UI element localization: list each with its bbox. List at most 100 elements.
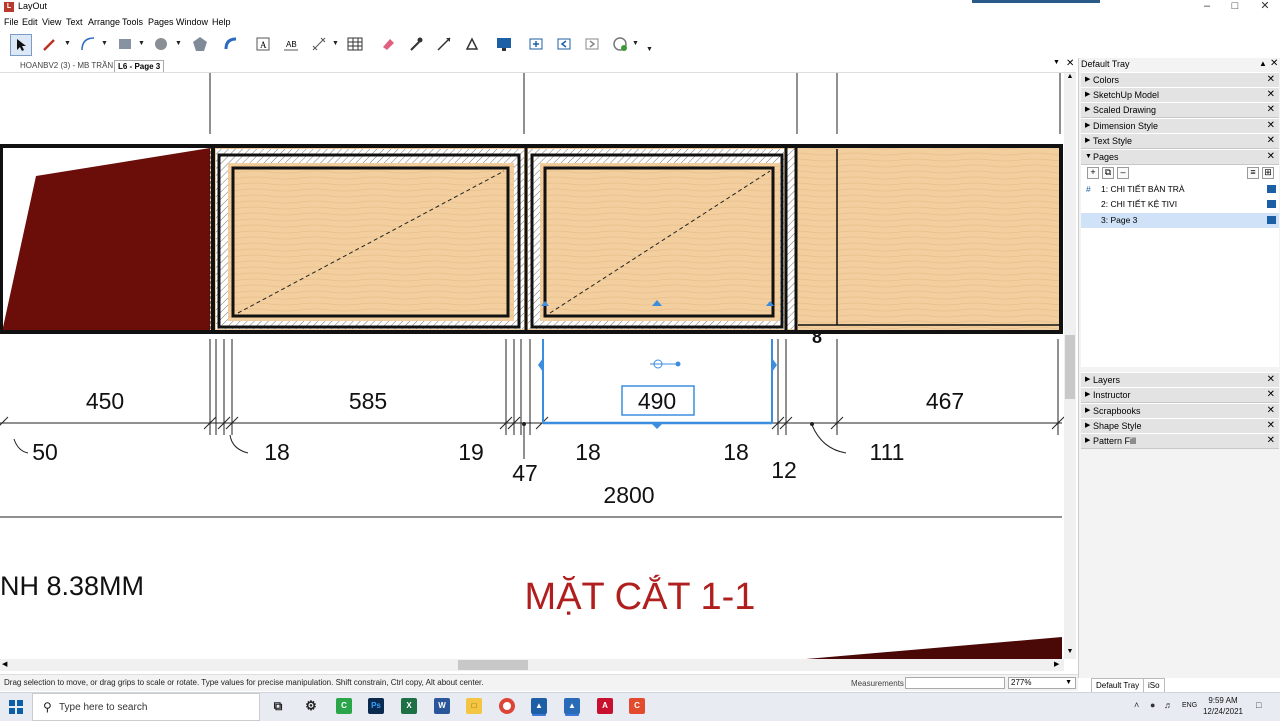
- page-item[interactable]: # 1: CHI TIẾT BÀN TRÀ: [1081, 182, 1279, 197]
- horizontal-scrollbar[interactable]: ◀ ▶: [0, 659, 1064, 671]
- app-red-icon[interactable]: C: [629, 698, 645, 714]
- text-tool-icon[interactable]: A: [253, 34, 273, 54]
- panel-instructor[interactable]: ▶ Instructor ✕: [1081, 387, 1279, 403]
- language-indicator[interactable]: ENG: [1182, 702, 1197, 709]
- circle-tool-icon[interactable]: [151, 34, 171, 54]
- scroll-left-icon[interactable]: ◀: [2, 660, 7, 668]
- scroll-down-icon[interactable]: ▼: [1064, 648, 1076, 655]
- add-page-icon[interactable]: [526, 34, 546, 54]
- menu-tools[interactable]: Tools: [122, 17, 143, 27]
- settings-gear-icon[interactable]: ⚙: [303, 698, 319, 714]
- menu-text[interactable]: Text: [66, 17, 83, 27]
- scroll-up-icon[interactable]: ▲: [1064, 73, 1076, 80]
- vertical-scrollbar[interactable]: ▲ ▼: [1064, 73, 1076, 659]
- system-clock[interactable]: 9:59 AM 12/24/2021: [1200, 695, 1246, 717]
- scroll-right-icon[interactable]: ▶: [1054, 660, 1059, 668]
- menu-edit[interactable]: Edit: [22, 17, 38, 27]
- duplicate-page-button[interactable]: ⧉: [1102, 167, 1114, 179]
- selected-dimension-label[interactable]: 490: [638, 390, 676, 413]
- pin-icon[interactable]: ▲: [1259, 59, 1267, 68]
- tray-overflow-icon[interactable]: ˄: [1134, 700, 1139, 710]
- panel-shape-style[interactable]: ▶ Shape Style ✕: [1081, 418, 1279, 434]
- photoshop-icon[interactable]: Ps: [368, 698, 384, 714]
- sketchup-icon[interactable]: ▲: [531, 698, 547, 714]
- menu-help[interactable]: Help: [212, 17, 231, 27]
- offset-tool-icon[interactable]: [221, 34, 241, 54]
- tab-default-tray[interactable]: Default Tray: [1091, 678, 1145, 693]
- panel-scrapbooks[interactable]: ▶ Scrapbooks ✕: [1081, 403, 1279, 419]
- page-item-selected[interactable]: 3: Page 3: [1081, 213, 1279, 228]
- close-tray-icon[interactable]: ✕: [1270, 58, 1278, 69]
- dimension-tool-icon[interactable]: [309, 34, 329, 54]
- measurements-input[interactable]: [905, 677, 1005, 689]
- maximize-button[interactable]: □: [1220, 0, 1250, 14]
- panel-colors[interactable]: ▶ Colors ✕: [1081, 72, 1279, 88]
- horizontal-scroll-thumb[interactable]: [458, 660, 528, 670]
- vertical-scroll-thumb[interactable]: [1065, 335, 1075, 399]
- zoom-select[interactable]: 277% ▼: [1008, 677, 1076, 689]
- autocad-icon[interactable]: A: [597, 698, 613, 714]
- delete-page-button[interactable]: –: [1117, 167, 1129, 179]
- presentation-icon[interactable]: [1267, 200, 1276, 208]
- list-view-button[interactable]: ≡: [1247, 167, 1259, 179]
- menu-arrange[interactable]: Arrange: [88, 17, 120, 27]
- chrome-icon[interactable]: [499, 698, 515, 714]
- polygon-tool-icon[interactable]: [190, 34, 210, 54]
- microphone-icon[interactable]: ●: [1150, 700, 1155, 710]
- eraser-tool-icon[interactable]: [378, 34, 398, 54]
- add-page-button[interactable]: +: [1087, 167, 1099, 179]
- style-tool-icon[interactable]: [406, 34, 426, 54]
- tab-hoanbv2[interactable]: HOANBV2 (3) - MB TRẦN: [17, 60, 116, 71]
- panel-text-style[interactable]: ▶ Text Style ✕: [1081, 133, 1279, 149]
- label-tool-icon[interactable]: AB: [281, 34, 301, 54]
- tab-iso[interactable]: iSo: [1143, 678, 1165, 693]
- tabs-menu-icon[interactable]: ▼: [1053, 59, 1060, 66]
- page-item[interactable]: 2: CHI TIẾT KỆ TIVI: [1081, 197, 1279, 212]
- file-explorer-icon[interactable]: □: [466, 698, 482, 714]
- chevron-down-icon[interactable]: ▼: [332, 40, 339, 47]
- rectangle-tool-icon[interactable]: [115, 34, 135, 54]
- chevron-down-icon[interactable]: ▼: [175, 40, 182, 47]
- task-view-icon[interactable]: ⧉: [270, 698, 286, 714]
- chevron-down-icon[interactable]: ▼: [632, 40, 639, 47]
- menu-view[interactable]: View: [42, 17, 61, 27]
- notifications-icon[interactable]: □: [1256, 700, 1261, 710]
- table-tool-icon[interactable]: [345, 34, 365, 54]
- previous-page-icon[interactable]: [554, 34, 574, 54]
- tab-l6-page3[interactable]: L6 - Page 3: [114, 60, 165, 72]
- word-icon[interactable]: W: [434, 698, 450, 714]
- toolbar-overflow-icon[interactable]: ▼: [646, 46, 653, 53]
- pencil-tool-icon[interactable]: [40, 34, 60, 54]
- panel-pages[interactable]: ▼ Pages ✕: [1081, 149, 1279, 165]
- presentation-icon[interactable]: [1267, 216, 1276, 224]
- excel-icon[interactable]: X: [401, 698, 417, 714]
- menu-pages[interactable]: Pages: [148, 17, 174, 27]
- presentation-icon[interactable]: [1267, 185, 1276, 193]
- chevron-down-icon[interactable]: ▼: [1065, 678, 1072, 688]
- taskbar-search[interactable]: ⚲ Type here to search: [32, 693, 260, 721]
- app-green-icon[interactable]: C: [336, 698, 352, 714]
- panel-pattern-fill[interactable]: ▶ Pattern Fill ✕: [1081, 433, 1279, 449]
- thumbnail-view-button[interactable]: ⊞: [1262, 167, 1274, 179]
- join-tool-icon[interactable]: [462, 34, 482, 54]
- split-tool-icon[interactable]: [434, 34, 454, 54]
- select-tool-icon[interactable]: [10, 34, 32, 56]
- panel-scaled-drawing[interactable]: ▶ Scaled Drawing ✕: [1081, 102, 1279, 118]
- next-page-icon[interactable]: [582, 34, 602, 54]
- chevron-down-icon[interactable]: ▼: [64, 40, 71, 47]
- drawing-canvas[interactable]: 450 585 490 467 50 18 19 47 18 18 12 111…: [0, 73, 1064, 659]
- menu-window[interactable]: Window: [176, 17, 208, 27]
- panel-layers[interactable]: ▶ Layers ✕: [1081, 372, 1279, 388]
- minimize-button[interactable]: –: [1192, 0, 1222, 14]
- panel-dimension-style[interactable]: ▶ Dimension Style ✕: [1081, 118, 1279, 134]
- windows-start-icon[interactable]: [0, 693, 32, 721]
- arc-tool-icon[interactable]: [78, 34, 98, 54]
- volume-icon[interactable]: ♬: [1164, 700, 1173, 710]
- menu-file[interactable]: File: [4, 17, 19, 27]
- layout-icon[interactable]: ▲: [564, 698, 580, 714]
- share-icon[interactable]: [610, 34, 630, 54]
- presentation-icon[interactable]: [494, 34, 514, 54]
- close-window-button[interactable]: ✕: [1250, 0, 1280, 14]
- close-tab-icon[interactable]: ✕: [1066, 58, 1074, 69]
- chevron-down-icon[interactable]: ▼: [101, 40, 108, 47]
